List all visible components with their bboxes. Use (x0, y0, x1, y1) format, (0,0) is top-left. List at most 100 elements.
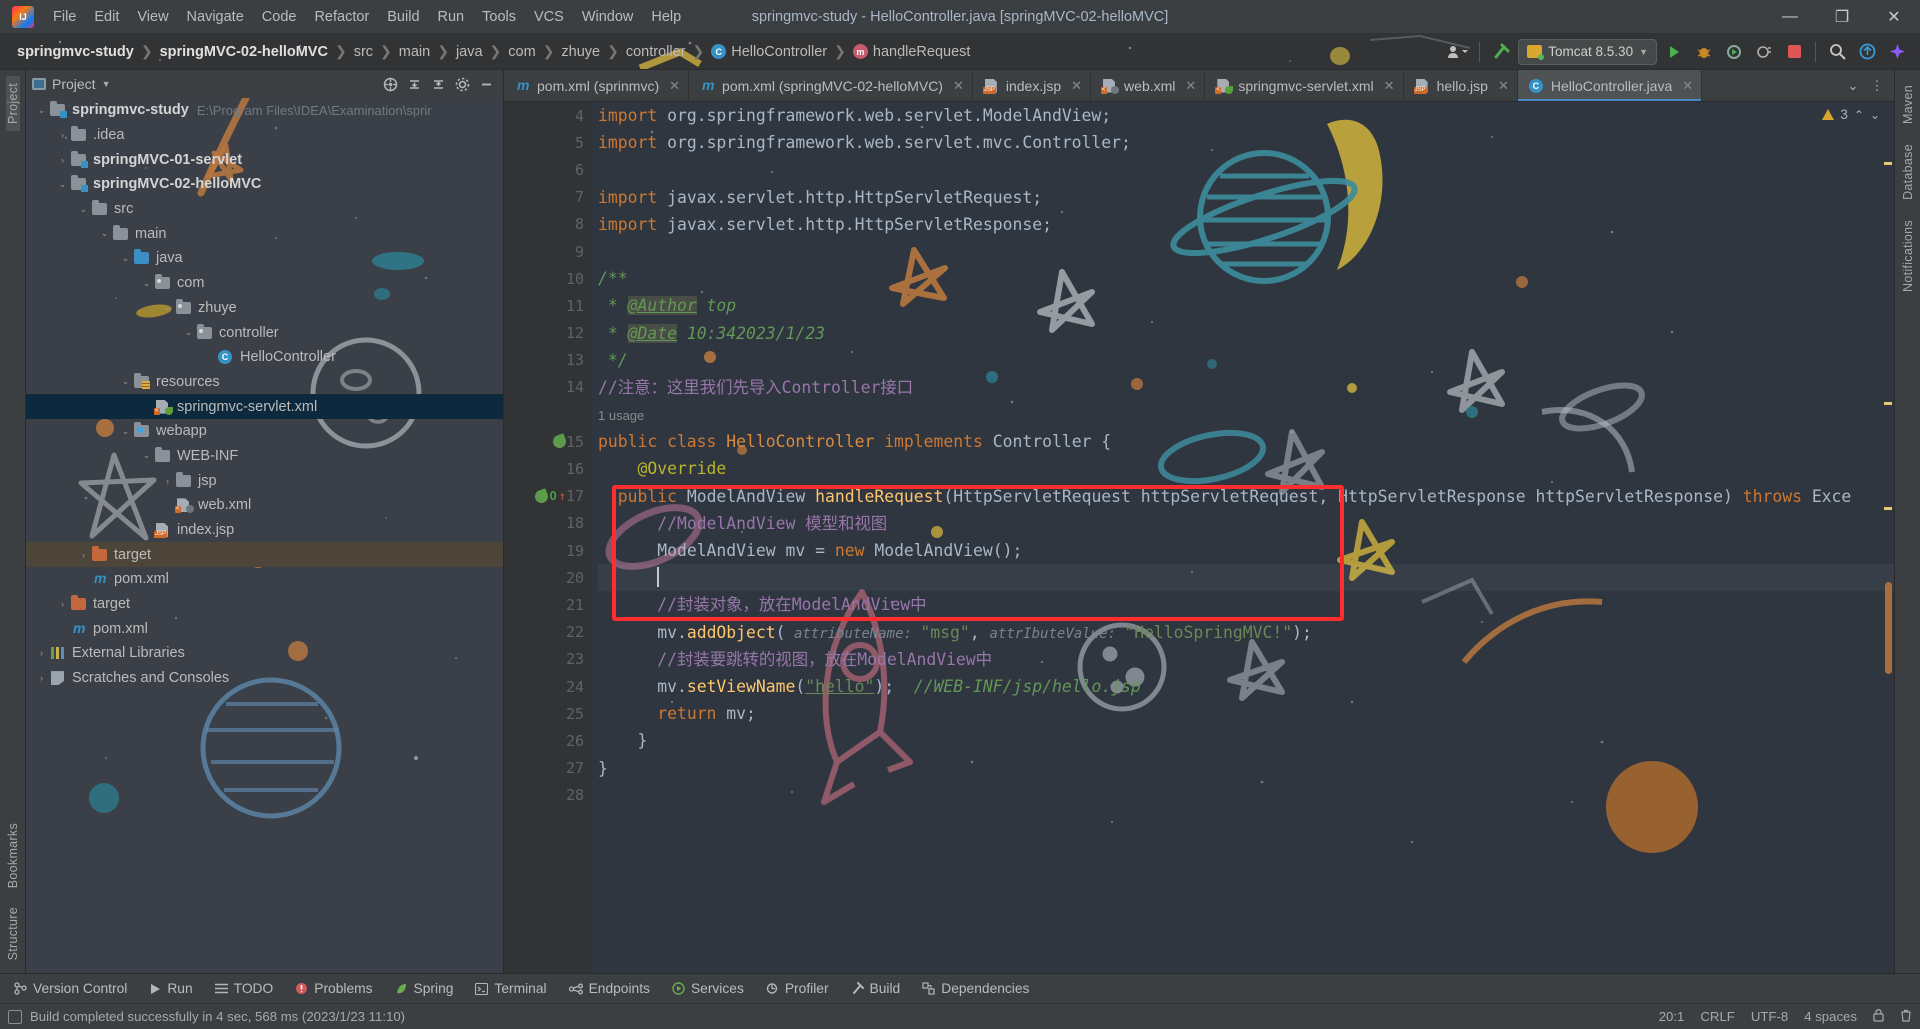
tool-window-database[interactable]: Database (1901, 137, 1915, 207)
code-line[interactable]: public ModelAndView handleRequest(HttpSe… (598, 483, 1894, 510)
menu-help[interactable]: Help (642, 5, 690, 29)
code-line[interactable]: */ (598, 347, 1894, 374)
ai-assistant-icon[interactable] (1884, 39, 1910, 65)
tree-item-springmvc-02-hellomvc[interactable]: ⌄ springMVC-02-helloMVC (26, 172, 503, 197)
chevron-up-icon[interactable]: ⌃ (1854, 108, 1864, 122)
menu-file[interactable]: File (44, 5, 85, 29)
select-opened-file-icon[interactable] (379, 73, 401, 95)
chevron-down-icon[interactable]: ⌄ (118, 253, 133, 264)
gear-icon[interactable] (451, 73, 473, 95)
chevron-down-icon[interactable]: ⌄ (34, 105, 49, 116)
close-icon[interactable]: ✕ (669, 78, 680, 94)
chevron-down-icon[interactable]: ⌄ (118, 426, 133, 437)
menu-build[interactable]: Build (378, 5, 428, 29)
tree-item-web-inf[interactable]: ⌄ WEB-INF (26, 444, 503, 469)
gutter-line[interactable]: 4 (504, 102, 592, 129)
editor-vertical-scrollbar[interactable] (1882, 102, 1894, 973)
gutter-line[interactable]: 8 (504, 211, 592, 238)
file-encoding[interactable]: UTF-8 (1751, 1009, 1788, 1024)
tree-item-com[interactable]: ⌄ com (26, 271, 503, 296)
code-line[interactable]: import javax.servlet.http.HttpServletRes… (598, 211, 1894, 238)
gutter-line[interactable]: 10 (504, 265, 592, 292)
code-line[interactable]: mv.addObject( attributeName: "msg", attr… (598, 619, 1894, 646)
breadcrumb-item-handlerequest[interactable]: m handleRequest (848, 42, 976, 62)
tool-window-notifications[interactable]: Notifications (1901, 213, 1915, 299)
bottom-tab-dependencies[interactable]: Dependencies (912, 978, 1039, 999)
breadcrumb-item-src[interactable]: src (349, 42, 378, 62)
menu-vcs[interactable]: VCS (525, 5, 573, 29)
gutter-line[interactable]: 21 (504, 591, 592, 618)
gutter-line[interactable]: 13 (504, 347, 592, 374)
close-icon[interactable]: ✕ (953, 78, 964, 94)
gutter-line[interactable]: 18 (504, 510, 592, 537)
menu-refactor[interactable]: Refactor (305, 5, 378, 29)
lock-icon[interactable] (1873, 1008, 1884, 1025)
chevron-down-icon[interactable]: ⌄ (139, 450, 154, 461)
code-line[interactable]: } (598, 727, 1894, 754)
stop-button[interactable] (1781, 39, 1807, 65)
tree-item-resources[interactable]: ⌄ resources (26, 370, 503, 395)
gutter-line[interactable]: 16 (504, 455, 592, 482)
menu-navigate[interactable]: Navigate (178, 5, 253, 29)
trash-icon[interactable] (1900, 1009, 1912, 1025)
breadcrumb-item-com[interactable]: com (503, 42, 540, 62)
chevron-right-icon[interactable]: › (76, 550, 91, 560)
bottom-tab-spring[interactable]: Spring (385, 978, 464, 999)
tree-item-src[interactable]: ⌄ src (26, 197, 503, 222)
tree-item-pom-xml[interactable]: m pom.xml (26, 616, 503, 641)
run-button[interactable] (1661, 39, 1687, 65)
code-line[interactable]: * @Author top (598, 292, 1894, 319)
editor-tab-index-jsp[interactable]: JSP index.jsp ✕ (973, 70, 1092, 101)
tree-item-springmvc-01-servlet[interactable]: › springMVC-01-servlet (26, 147, 503, 172)
editor-gutter[interactable]: 4 5 6 7 8 9 10 11 12 13 14 15 16 O ↑ 17 18 19 20 21 22 23 24 25… (504, 102, 592, 973)
updates-icon[interactable] (1854, 39, 1880, 65)
gutter-line[interactable]: 11 (504, 292, 592, 319)
tree-item-zhuye[interactable]: ⌄ zhuye (26, 296, 503, 321)
gutter-line[interactable]: 12 (504, 320, 592, 347)
editor-tab-pom-xml-springmvc-02-hellomvc[interactable]: m pom.xml (springMVC-02-helloMVC) ✕ (689, 70, 973, 101)
close-icon[interactable]: ✕ (1384, 78, 1395, 94)
line-separator[interactable]: CRLF (1700, 1009, 1734, 1024)
gutter-line[interactable]: 5 (504, 129, 592, 156)
chevron-down-icon[interactable]: ⌄ (160, 302, 175, 313)
bottom-tab-todo[interactable]: TODO (205, 978, 284, 999)
chevron-down-icon[interactable]: ⌄ (139, 278, 154, 289)
code-line[interactable]: * @Date 10:342023/1/23 (598, 320, 1894, 347)
breadcrumb-item-java[interactable]: java (451, 42, 488, 62)
hide-panel-icon[interactable] (475, 73, 497, 95)
gutter-line[interactable] (504, 401, 592, 428)
gutter-line[interactable]: 23 (504, 646, 592, 673)
chevron-right-icon[interactable]: › (160, 476, 175, 486)
code-line[interactable]: @Override (598, 455, 1894, 482)
expand-all-icon[interactable] (403, 73, 425, 95)
code-line[interactable]: } (598, 755, 1894, 782)
code-line[interactable]: //ModelAndView 模型和视图 (598, 510, 1894, 537)
build-hammer-icon[interactable] (1488, 39, 1514, 65)
code-line[interactable]: //封装要跳转的视图，放在ModelAndView中 (598, 646, 1894, 673)
editor-tab-pom-xml-sprinmvc[interactable]: m pom.xml (sprinmvc) ✕ (504, 70, 690, 101)
chevron-down-icon[interactable]: ⌄ (97, 228, 112, 239)
code-editor[interactable]: import org.springframework.web.servlet.M… (592, 102, 1894, 973)
chevron-down-icon[interactable]: ⌄ (76, 204, 91, 215)
tree-item-index-jsp[interactable]: JSP index.jsp (26, 518, 503, 543)
gutter-line[interactable]: O ↑ 17 (504, 483, 592, 510)
tree-item-springmvc-study[interactable]: ⌄ springmvc-study E:\Program Files\IDEA\Ex… (26, 98, 503, 123)
menu-code[interactable]: Code (253, 5, 306, 29)
menu-tools[interactable]: Tools (473, 5, 525, 29)
tree-item-target[interactable]: › target (26, 592, 503, 617)
code-line[interactable]: mv.setViewName("hello"); //WEB-INF/jsp/h… (598, 673, 1894, 700)
code-line[interactable]: //封装对象，放在ModelAndView中 (598, 591, 1894, 618)
tree-item-idea[interactable]: › .idea (26, 123, 503, 148)
gutter-line[interactable]: 9 (504, 238, 592, 265)
bottom-tab-build[interactable]: Build (841, 978, 911, 999)
chevron-right-icon[interactable]: › (55, 155, 70, 165)
gutter-line[interactable]: 19 (504, 537, 592, 564)
close-icon[interactable]: ✕ (1498, 78, 1509, 94)
code-line[interactable] (598, 238, 1894, 265)
code-line[interactable]: 1 usage (598, 401, 1894, 428)
chevron-down-icon[interactable]: ⌄ (55, 179, 70, 190)
gutter-line[interactable]: 24 (504, 673, 592, 700)
gutter-line[interactable]: 25 (504, 700, 592, 727)
bottom-tab-profiler[interactable]: Profiler (756, 978, 839, 999)
run-with-coverage-button[interactable] (1721, 39, 1747, 65)
